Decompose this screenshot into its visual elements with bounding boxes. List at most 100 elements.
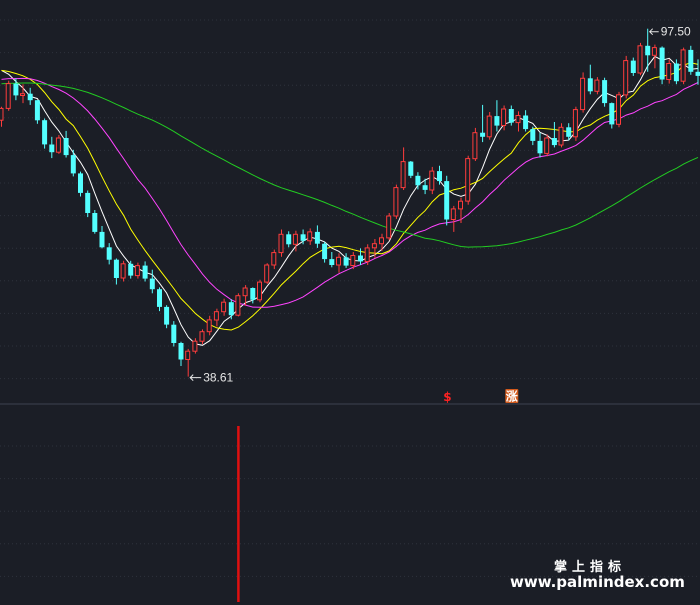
candle-body <box>286 234 292 245</box>
candle-body <box>537 140 543 154</box>
candle-body <box>228 302 234 316</box>
stock-chart: 97.50 38.61 $ 涨 掌上指标 www.palmindex.com <box>0 0 700 605</box>
candle-body <box>178 343 184 360</box>
candle-body <box>616 94 621 125</box>
candle-body <box>264 264 270 283</box>
candle-body <box>149 278 155 290</box>
candle-body <box>257 281 262 301</box>
candle-body <box>623 60 629 96</box>
candle-body <box>422 185 428 190</box>
candle-body <box>5 83 11 109</box>
candle-body <box>450 208 456 220</box>
candle-body <box>587 78 593 92</box>
candle-body <box>444 181 450 220</box>
candle <box>486 112 492 140</box>
candle-body <box>85 192 91 213</box>
candle-body <box>400 161 406 189</box>
candle-body <box>49 144 55 153</box>
candle <box>623 55 629 99</box>
candle <box>465 155 471 205</box>
candle-body <box>42 120 48 145</box>
candle-body <box>680 49 686 82</box>
candle-body <box>192 340 198 352</box>
candle <box>666 59 672 84</box>
candle-body <box>300 234 306 241</box>
candle <box>472 127 478 161</box>
candle-body <box>358 255 363 262</box>
candle <box>92 210 98 234</box>
candle <box>594 77 600 95</box>
candle <box>637 42 643 76</box>
candle-body <box>134 265 140 277</box>
candle-body <box>55 137 61 153</box>
candle-body <box>20 93 25 96</box>
candle-body <box>106 247 112 260</box>
candle-body <box>120 263 126 279</box>
candle <box>34 100 40 124</box>
candle-body <box>78 173 83 193</box>
candle-body <box>415 175 421 186</box>
candle-body <box>171 324 177 343</box>
candle-body <box>364 247 370 262</box>
candle-body <box>458 200 463 210</box>
candle <box>602 77 608 107</box>
candle <box>580 72 586 113</box>
candle-body <box>314 231 320 244</box>
candle-body <box>350 255 356 266</box>
candle-body <box>213 311 219 321</box>
candle <box>364 244 370 265</box>
candle <box>120 260 126 282</box>
candle-body <box>34 100 40 121</box>
candle <box>257 279 262 303</box>
candle-body <box>408 161 414 176</box>
candle-body <box>558 126 564 146</box>
candle <box>558 123 564 148</box>
candle-body <box>637 45 643 74</box>
signal-badge-text: 涨 <box>506 389 518 404</box>
candle <box>659 46 665 85</box>
candle-body <box>70 155 76 174</box>
candle-body <box>63 138 69 156</box>
candle-body <box>580 77 586 111</box>
candle <box>393 184 399 219</box>
candle-body <box>609 103 615 125</box>
candle-body <box>480 132 486 137</box>
candle <box>235 293 241 317</box>
candle <box>616 91 621 128</box>
high-price-label: 97.50 <box>661 25 691 39</box>
candle <box>572 106 578 141</box>
candle-body <box>164 306 170 325</box>
candle <box>5 80 11 111</box>
candle-body <box>157 289 162 307</box>
candle-body <box>371 243 377 249</box>
candle-body <box>221 301 227 313</box>
candle <box>264 263 270 284</box>
candle-body <box>235 295 241 316</box>
candle-body <box>250 288 256 300</box>
candle-body <box>343 257 349 266</box>
candle-body <box>329 259 335 265</box>
candle <box>408 161 414 179</box>
candle-body <box>271 252 277 266</box>
signal-text: $ <box>443 390 451 404</box>
candle-body <box>645 45 651 56</box>
candle-body <box>465 158 471 202</box>
candle-body <box>501 108 507 126</box>
candle-body <box>630 60 636 73</box>
watermark-url: www.palmindex.com <box>510 573 685 591</box>
candle-body <box>673 63 679 82</box>
candle-body <box>551 138 557 146</box>
candle <box>429 166 435 195</box>
candle-body <box>494 116 500 126</box>
candle <box>78 171 83 197</box>
low-price-label: 38.61 <box>203 371 233 385</box>
candle-body <box>437 171 442 182</box>
candle-body <box>486 115 492 138</box>
candle-body <box>307 231 313 242</box>
candle-body <box>278 233 284 254</box>
candle-body <box>472 132 478 160</box>
candle-body <box>572 109 578 138</box>
candle <box>544 134 550 157</box>
candle <box>55 135 61 154</box>
candle-body <box>530 129 536 141</box>
